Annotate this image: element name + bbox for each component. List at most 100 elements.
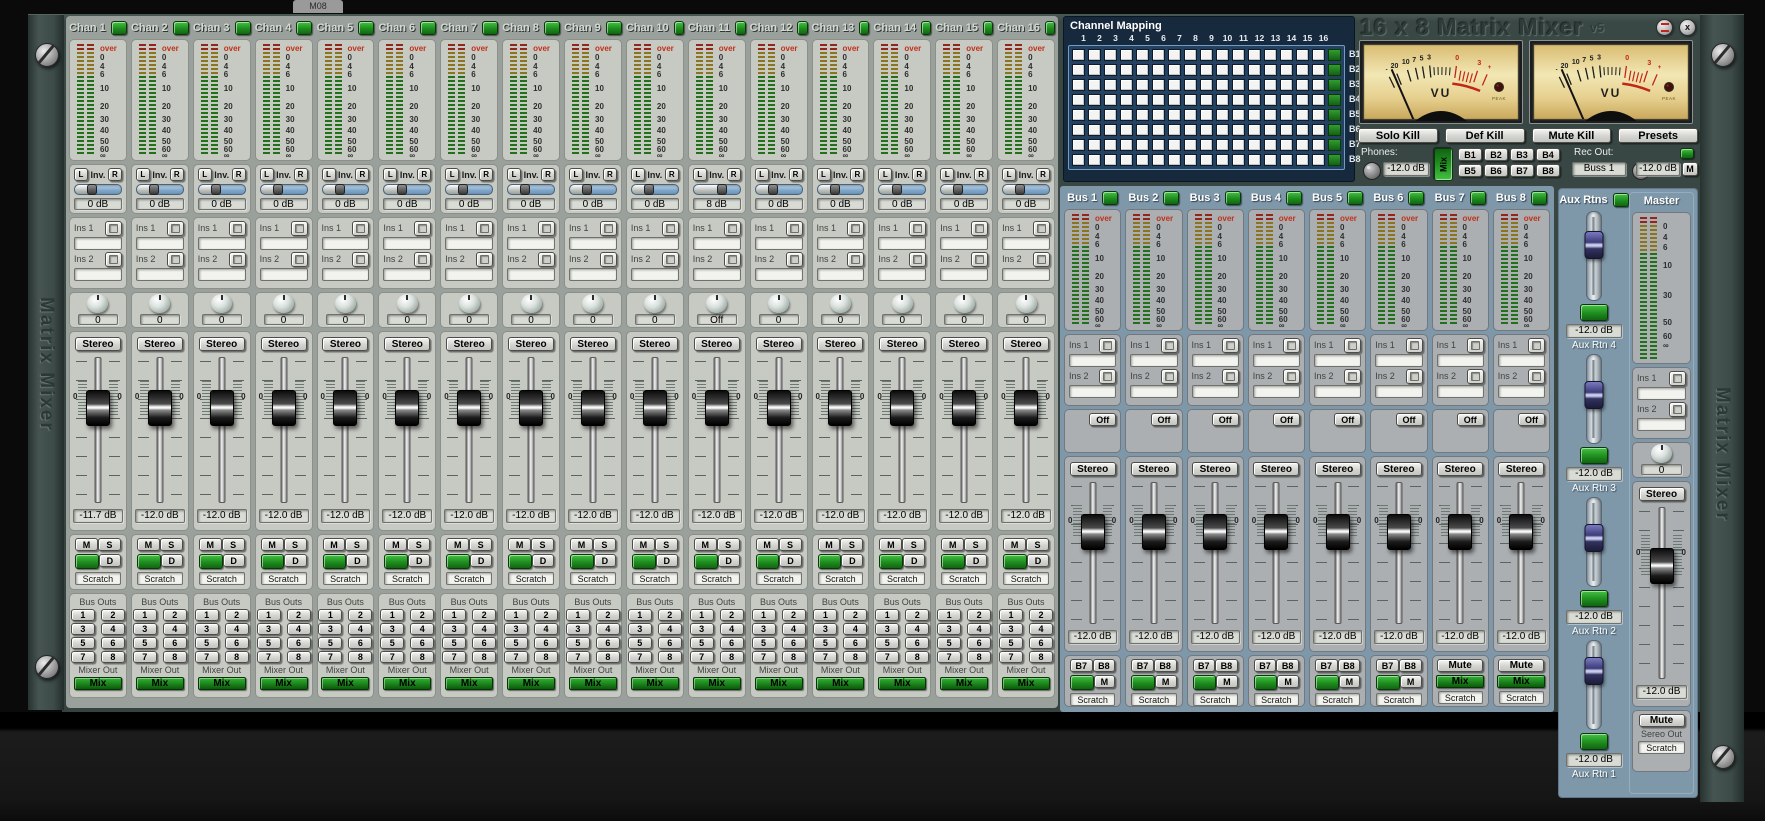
fader[interactable]: 00 [1191,480,1240,626]
insert-name-field[interactable] [816,237,865,250]
mapping-cell[interactable] [1152,94,1165,106]
fader-track[interactable] [836,357,844,503]
aux-knob[interactable] [211,294,233,313]
insert-name-field[interactable] [197,268,246,281]
mapping-cell[interactable] [1120,94,1133,106]
insert-name-field[interactable] [1497,385,1545,398]
pan-value-display[interactable]: 0 dB [383,197,432,210]
pan-handle[interactable] [210,184,221,195]
mapping-cell[interactable] [1200,124,1213,136]
pan-handle[interactable] [149,184,160,195]
fader-handle[interactable] [209,390,234,426]
direct-button[interactable]: D [98,554,121,567]
mapping-cell[interactable] [1232,109,1245,121]
solo-button[interactable]: S [97,538,121,551]
stereo-mode-button[interactable]: Stereo [1069,462,1116,476]
pan-left-button[interactable]: L [692,168,707,181]
insert-checkbox[interactable] [104,220,122,236]
insert-checkbox[interactable] [847,220,865,236]
mapping-cell[interactable] [1168,64,1181,76]
background-tab[interactable]: M08 [293,0,343,13]
pan-left-button[interactable]: L [74,168,88,181]
bus-out-button[interactable]: 4 [905,623,930,635]
fader-handle[interactable] [1509,514,1534,550]
stereo-mode-button[interactable]: Stereo [941,337,988,351]
insert-name-field[interactable] [1252,354,1300,367]
rec-out-source-display[interactable]: Buss 1 [1572,162,1626,176]
insert-name-field[interactable] [197,237,246,250]
scratch-name-field[interactable]: Scratch [136,572,183,585]
bus-out-button[interactable]: 1 [442,609,467,621]
solo-button[interactable]: S [159,538,183,551]
fader-handle[interactable] [1141,514,1166,550]
pan-left-button[interactable]: L [569,168,583,181]
mapping-cell[interactable] [1136,64,1149,76]
mapping-cell[interactable] [1248,79,1261,91]
route-b8-button[interactable]: B8 [1276,659,1299,672]
mapping-cell[interactable] [1312,154,1325,166]
bus-out-button[interactable]: 7 [565,651,590,663]
mapping-cell[interactable] [1104,139,1117,151]
mapping-cell[interactable] [1296,94,1309,106]
pan-slider[interactable] [507,184,555,195]
master-mute-button[interactable]: Mute [1638,714,1685,727]
pan-slider[interactable] [445,184,494,195]
bus-out-button[interactable]: 5 [627,637,652,649]
mapping-cell[interactable] [1120,139,1133,151]
pan-value-display[interactable]: 0 dB [259,197,308,210]
fader-track[interactable] [1022,357,1030,503]
bus-out-button[interactable]: 1 [937,609,962,621]
fader-level-display[interactable]: -12.0 dB [691,509,742,523]
fader-level-display[interactable]: -12.0 dB [1001,509,1051,523]
fader[interactable]: 00 [1636,505,1687,681]
insert-checkbox[interactable] [599,220,617,236]
mute-button[interactable]: M [384,538,408,551]
rec-out-mono-button[interactable]: M [1682,162,1698,176]
pan-right-button[interactable]: R [479,168,494,181]
mapping-cell[interactable] [1104,79,1117,91]
bus-out-button[interactable]: 8 [100,651,125,663]
bus-out-button[interactable]: 6 [781,637,806,649]
mapping-cell[interactable] [1296,154,1309,166]
mapping-cell[interactable] [1136,154,1149,166]
mapping-cell[interactable] [1264,49,1277,61]
mapping-cell[interactable] [1184,154,1197,166]
bus-out-button[interactable]: 3 [813,623,838,635]
mapping-cell[interactable] [1120,109,1133,121]
pan-value-display[interactable]: 0 dB [878,197,927,210]
pan-handle[interactable] [716,184,727,195]
fader-handle[interactable] [704,390,729,426]
bus-out-button[interactable]: 5 [132,637,157,649]
mapping-bus-led[interactable] [1328,94,1341,106]
fader-level-display[interactable]: -12.0 dB [1636,685,1687,699]
mapping-cell[interactable] [1216,109,1229,121]
insert-name-field[interactable] [1314,354,1362,367]
aux-return-led[interactable] [1580,733,1608,750]
mixer-out-mix-button[interactable]: Mix [1002,677,1051,690]
scratch-name-field[interactable]: Scratch [1315,693,1361,706]
mute-button[interactable]: M [631,538,655,551]
mapping-cell[interactable] [1216,154,1229,166]
insert-name-field[interactable] [135,237,184,250]
bus-out-button[interactable]: 4 [534,623,559,635]
bus-out-button[interactable]: 2 [100,609,125,621]
insert-checkbox[interactable] [538,220,555,236]
stereo-mode-button[interactable]: Stereo [1437,462,1484,476]
aux-knob[interactable] [273,294,295,313]
mapping-cell[interactable] [1280,64,1293,76]
mute-kill-button[interactable]: Mute Kill [1531,128,1612,143]
aux-fader-handle[interactable] [1584,231,1604,259]
mapping-cell[interactable] [1168,79,1181,91]
fader-track[interactable] [1658,507,1665,679]
insert-name-field[interactable] [1637,387,1686,400]
bus-out-button[interactable]: 3 [442,623,467,635]
channel-active-led[interactable] [482,20,499,35]
mapping-cell[interactable] [1248,139,1261,151]
insert-name-field[interactable] [1252,385,1300,398]
fader[interactable]: 00 [754,355,804,505]
bus-out-button[interactable]: 8 [534,651,559,663]
pan-slider[interactable] [816,184,865,195]
bus-out-button[interactable]: 3 [875,623,900,635]
pan-right-button[interactable]: R [541,168,555,181]
insert-name-field[interactable] [630,268,679,281]
